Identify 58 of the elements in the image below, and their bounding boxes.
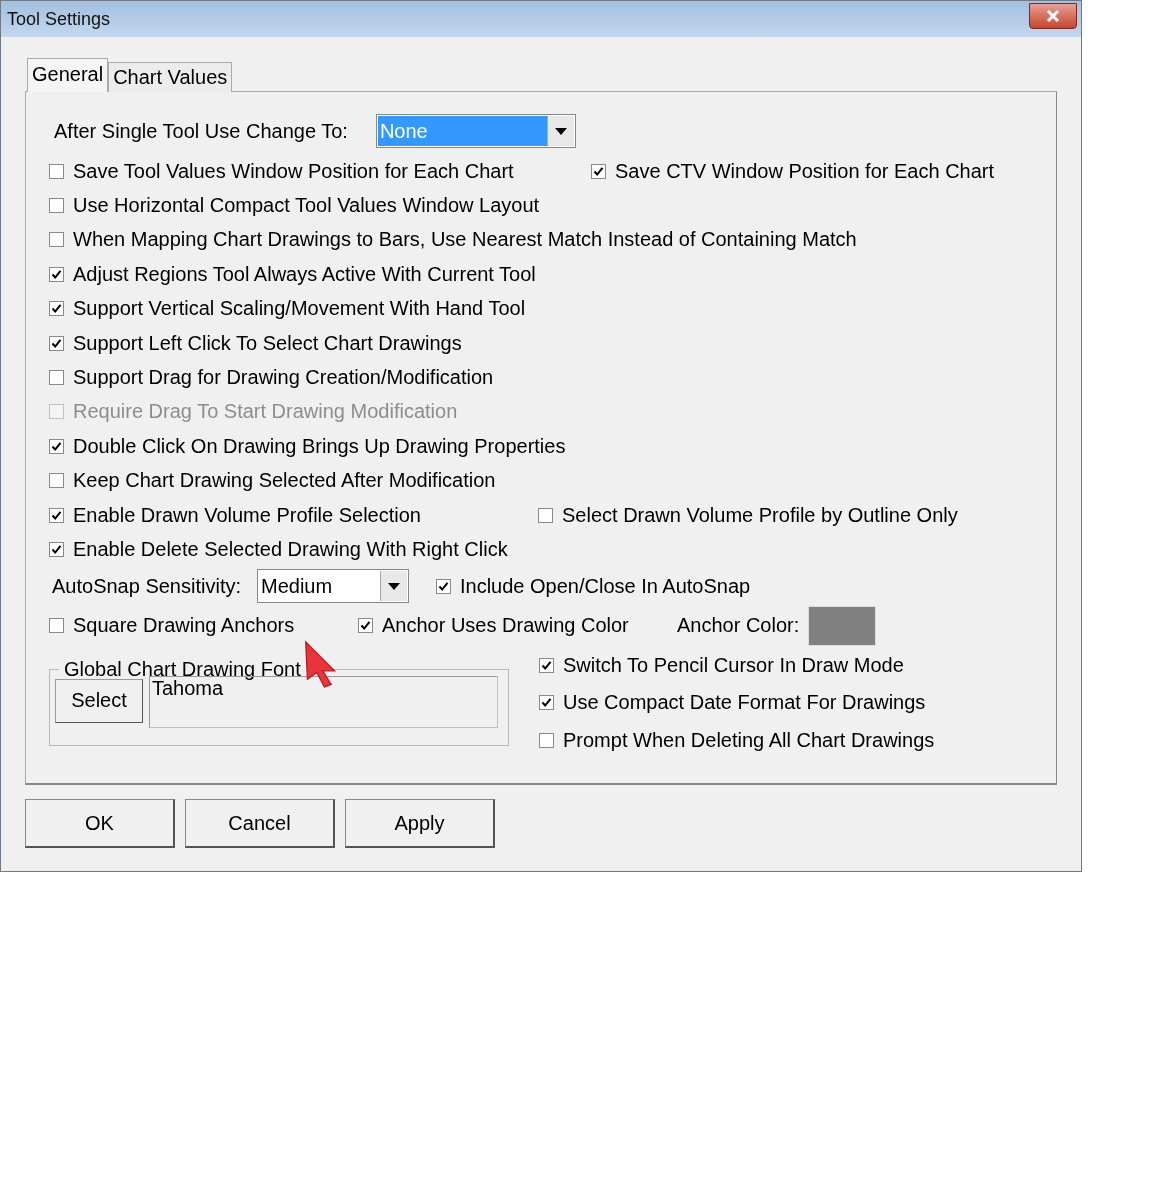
- dropdown[interactable]: Medium: [257, 569, 409, 604]
- field-label: Anchor Color:: [677, 614, 800, 638]
- checkbox[interactable]: [539, 657, 554, 673]
- tab[interactable]: General: [27, 58, 109, 92]
- checkbox-label: Keep Chart Drawing Selected After Modification: [73, 469, 496, 493]
- checkbox-label: Save Tool Values Window Position for Each Chart: [73, 159, 514, 183]
- tab[interactable]: Chart Values: [108, 62, 233, 92]
- checkbox-label: Anchor Uses Drawing Color: [382, 614, 629, 638]
- checkbox-label: Include Open/Close In AutoSnap: [460, 574, 751, 598]
- checkbox[interactable]: [49, 266, 64, 282]
- checkbox-label: Square Drawing Anchors: [73, 614, 295, 638]
- dropdown-value: None: [377, 116, 547, 146]
- checkbox-label: Use Compact Date Format For Drawings: [563, 691, 926, 715]
- dialog-button[interactable]: Apply: [345, 799, 495, 848]
- field-label: AutoSnap Sensitivity:: [52, 574, 242, 598]
- caret-icon: [554, 127, 567, 135]
- checkbox-label: Switch To Pencil Cursor In Draw Mode: [563, 653, 904, 677]
- checkbox[interactable]: [49, 618, 64, 634]
- checkbox-label: Require Drag To Start Drawing Modification: [73, 400, 458, 424]
- checkbox[interactable]: [49, 232, 64, 248]
- dialog-button[interactable]: OK: [25, 799, 175, 848]
- checkbox-label: Save CTV Window Position for Each Chart: [615, 159, 995, 183]
- checkbox[interactable]: [49, 335, 64, 351]
- checkbox[interactable]: [539, 732, 554, 748]
- dropdown-value: Medium: [260, 573, 334, 599]
- checkbox[interactable]: [49, 438, 64, 454]
- checkbox-label: When Mapping Chart Drawings to Bars, Use Nearest Match Instead of Containing Match: [73, 228, 857, 252]
- checkbox[interactable]: [49, 370, 64, 386]
- checkbox-label: Prompt When Deleting All Chart Drawings: [563, 728, 935, 752]
- checkbox-label: Use Horizontal Compact Tool Values Window Layout: [73, 194, 540, 218]
- window-title: Tool Settings: [7, 8, 111, 30]
- checkbox[interactable]: [49, 507, 64, 523]
- checkbox[interactable]: [49, 163, 64, 179]
- select-button[interactable]: Select: [55, 678, 143, 723]
- checkbox[interactable]: [538, 507, 553, 523]
- checkbox-label: Support Drag for Drawing Creation/Modification: [73, 366, 494, 390]
- cursor-icon: [304, 640, 338, 688]
- checkbox[interactable]: [539, 695, 554, 711]
- checkbox-label: Adjust Regions Tool Always Active With Current Tool: [73, 262, 536, 286]
- checkbox[interactable]: [49, 301, 64, 317]
- checkbox-label: Support Left Click To Select Chart Drawings: [73, 331, 462, 355]
- color-swatch[interactable]: [808, 605, 877, 646]
- dialog-button[interactable]: Cancel: [185, 799, 335, 848]
- checkbox-label: Select Drawn Volume Profile by Outline Only: [562, 503, 958, 527]
- close-button[interactable]: [1029, 3, 1077, 29]
- checkbox[interactable]: [49, 198, 64, 214]
- checkbox-label: Enable Drawn Volume Profile Selection: [73, 503, 421, 527]
- field-label: After Single Tool Use Change To:: [54, 119, 348, 143]
- close-icon: [1045, 9, 1061, 23]
- checkbox[interactable]: [49, 473, 64, 489]
- caret-icon: [388, 582, 400, 590]
- checkbox[interactable]: [591, 163, 606, 179]
- checkbox[interactable]: [436, 578, 451, 594]
- checkbox-label: Support Vertical Scaling/Movement With Hand Tool: [73, 297, 526, 321]
- checkbox[interactable]: [49, 542, 64, 557]
- checkbox-label: Enable Delete Selected Drawing With Right Click: [73, 538, 508, 561]
- checkbox[interactable]: [358, 618, 373, 634]
- checkbox-label: Double Click On Drawing Brings Up Drawing Properties: [73, 434, 566, 458]
